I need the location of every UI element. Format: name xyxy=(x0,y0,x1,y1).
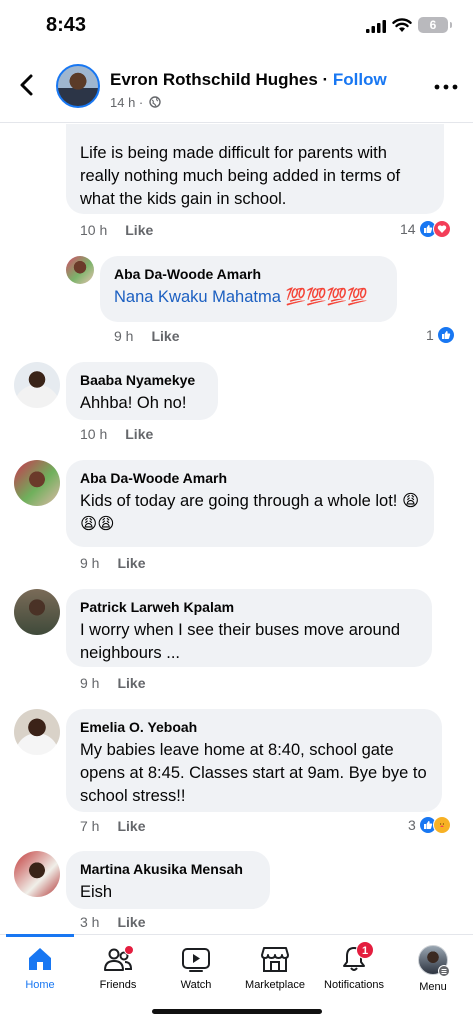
like-button[interactable]: Like xyxy=(117,555,145,571)
nav-label: Friends xyxy=(99,979,137,991)
nav-marketplace[interactable]: Marketplace xyxy=(235,945,315,1005)
nav-friends[interactable]: Friends xyxy=(78,945,158,1005)
battery-tip xyxy=(450,22,452,28)
comment-text: Eish xyxy=(80,883,113,901)
comment-time: 9 h xyxy=(114,328,134,344)
commenter-name[interactable]: Aba Da-Woode Amarh xyxy=(80,470,420,486)
comment-time: 10 h xyxy=(80,222,108,238)
reactions-count: 1 xyxy=(426,327,434,343)
battery-icon: 6 xyxy=(418,17,448,33)
profile-avatar xyxy=(418,945,450,977)
like-reaction-icon xyxy=(436,326,455,344)
friends-notification-dot xyxy=(124,945,134,955)
comment-bubble: Life is being made difficult for parents… xyxy=(66,124,444,214)
comment-meta: 9 h Like xyxy=(114,328,179,344)
status-time: 8:43 xyxy=(46,14,87,36)
commenter-avatar[interactable] xyxy=(14,851,60,897)
care-reaction-icon xyxy=(432,816,451,834)
comment-reactions[interactable]: 14 xyxy=(400,220,451,238)
comment-meta: 10 h Like xyxy=(80,426,153,442)
reactions-count: 3 xyxy=(408,817,416,833)
comment-reactions[interactable]: 1 xyxy=(426,326,455,344)
commenter-name[interactable]: Emelia O. Yeboah xyxy=(80,719,428,735)
nav-label: Watch xyxy=(180,979,212,991)
follow-button[interactable]: Follow xyxy=(333,70,387,89)
nav-notifications[interactable]: 1 Notifications xyxy=(314,941,394,1005)
like-button[interactable]: Like xyxy=(151,328,179,344)
globe-icon xyxy=(149,96,161,108)
nav-label: Notifications xyxy=(324,979,384,991)
comment-bubble: Emelia O. Yeboah My babies leave home at… xyxy=(66,709,442,812)
wifi-icon xyxy=(392,18,412,32)
menu-settings-icon xyxy=(438,965,450,977)
notification-badge: 1 xyxy=(356,941,374,959)
nav-watch[interactable]: Watch xyxy=(156,945,236,1005)
commenter-name[interactable]: Aba Da-Woode Amarh xyxy=(114,266,383,282)
comment-time: 3 h xyxy=(80,914,100,930)
love-reaction-icon xyxy=(432,220,451,238)
comment-text: I worry when I see their buses move arou… xyxy=(80,621,401,662)
comment-time: 9 h xyxy=(80,555,100,571)
post-time-text: 14 h · xyxy=(110,95,144,110)
reactions-count: 14 xyxy=(400,221,416,237)
comment-text: Ahhba! Oh no! xyxy=(80,394,187,412)
nav-label: Marketplace xyxy=(245,979,305,991)
comment-text: Kids of today are going through a whole … xyxy=(80,492,420,533)
comment-bubble: Aba Da-Woode Amarh Nana Kwaku Mahatma 💯💯… xyxy=(100,256,397,322)
like-button[interactable]: Like xyxy=(117,914,145,930)
comment-meta: 9 h Like xyxy=(80,675,145,691)
comment-meta: 3 h Like xyxy=(80,914,145,930)
cellular-signal-icon xyxy=(366,20,386,33)
commenter-avatar[interactable] xyxy=(14,362,60,408)
commenter-avatar[interactable] xyxy=(66,256,94,284)
comment-text[interactable]: Nana Kwaku Mahatma 💯💯💯💯 xyxy=(114,286,383,309)
author-avatar[interactable] xyxy=(56,64,100,108)
commenter-avatar[interactable] xyxy=(14,589,60,635)
comment-time: 10 h xyxy=(80,426,108,442)
comment-meta: 7 h Like xyxy=(80,818,145,834)
commenter-name[interactable]: Patrick Larweh Kpalam xyxy=(80,599,418,615)
more-options-icon[interactable] xyxy=(434,84,458,90)
comment-bubble: Martina Akusika Mensah Eish xyxy=(66,851,270,909)
battery-level: 6 xyxy=(429,18,437,32)
like-button[interactable]: Like xyxy=(125,426,153,442)
like-button[interactable]: Like xyxy=(117,675,145,691)
post-header: Evron Rothschild Hughes · Follow 14 h · xyxy=(0,50,473,123)
commenter-avatar[interactable] xyxy=(14,460,60,506)
commenter-name[interactable]: Baaba Nyamekye xyxy=(80,372,204,388)
author-name[interactable]: Evron Rothschild Hughes xyxy=(110,70,318,89)
like-button[interactable]: Like xyxy=(125,222,153,238)
nav-menu[interactable]: Menu xyxy=(393,945,473,1005)
back-arrow-icon[interactable] xyxy=(14,72,40,98)
author-line: Evron Rothschild Hughes · Follow xyxy=(110,70,387,90)
comment-reactions[interactable]: 3 xyxy=(408,816,451,834)
like-button[interactable]: Like xyxy=(117,818,145,834)
commenter-avatar[interactable] xyxy=(14,709,60,755)
home-indicator xyxy=(152,1009,322,1014)
watch-icon xyxy=(182,948,210,972)
comment-meta: 9 h Like xyxy=(80,555,145,571)
status-bar: 8:43 6 xyxy=(0,0,473,50)
nav-label: Home xyxy=(25,979,55,991)
comment-time: 7 h xyxy=(80,818,100,834)
commenter-name[interactable]: Martina Akusika Mensah xyxy=(80,861,256,877)
home-icon xyxy=(29,948,51,970)
active-tab-indicator xyxy=(6,934,74,937)
comment-text: My babies leave home at 8:40, school gat… xyxy=(80,741,427,805)
nav-home[interactable]: Home xyxy=(0,945,80,1005)
comment-bubble: Aba Da-Woode Amarh Kids of today are goi… xyxy=(66,460,434,547)
comment-text: Life is being made difficult for parents… xyxy=(80,144,401,208)
comment-meta: 10 h Like xyxy=(80,222,153,238)
marketplace-icon xyxy=(261,947,289,972)
comment-time: 9 h xyxy=(80,675,100,691)
nav-label: Menu xyxy=(419,981,447,993)
post-time: 14 h · xyxy=(110,95,161,110)
author-separator: · xyxy=(317,70,333,89)
comment-bubble: Patrick Larweh Kpalam I worry when I see… xyxy=(66,589,432,667)
comment-bubble: Baaba Nyamekye Ahhba! Oh no! xyxy=(66,362,218,420)
